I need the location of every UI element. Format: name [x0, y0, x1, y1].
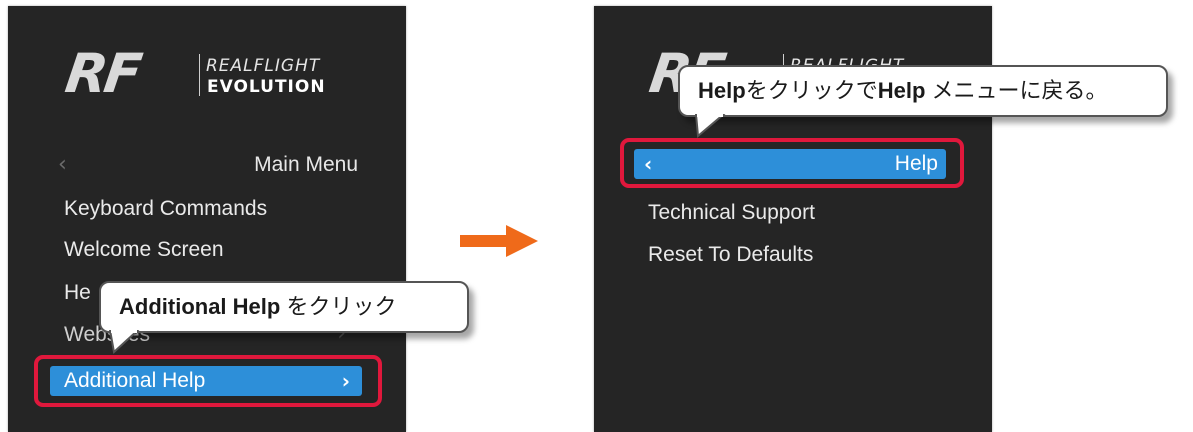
arrow-right-icon [460, 225, 538, 257]
menu-item-help[interactable]: He [64, 278, 91, 308]
callout-tail [694, 114, 726, 138]
menu-header[interactable]: ‹ Main Menu [50, 149, 364, 181]
chevron-left-icon[interactable]: ‹ [58, 149, 67, 181]
menu-header-label: Main Menu [254, 153, 358, 176]
logo-divider [199, 54, 200, 96]
callout-text: をクリック [280, 294, 397, 319]
menu-item-technical-support[interactable]: Technical Support [648, 198, 815, 228]
menu-item-keyboard-commands[interactable]: Keyboard Commands [64, 194, 267, 224]
logo-mark: RF [61, 42, 143, 105]
callout-left: Additional Help をクリック [99, 281, 469, 333]
callout-bold-2: Help [877, 78, 926, 103]
callout-text-2: メニューに戻る。 [925, 78, 1108, 103]
callout-right: HelpをクリックでHelp メニューに戻る。 [678, 65, 1168, 117]
highlight-box [34, 355, 382, 407]
menu-item-welcome-screen[interactable]: Welcome Screen [64, 235, 224, 265]
callout-text-1: をクリックで [745, 78, 878, 103]
highlight-box [620, 138, 964, 188]
callout-tail [108, 330, 140, 354]
logo-line2: EVOLUTION [207, 77, 326, 97]
menu-item-reset-to-defaults[interactable]: Reset To Defaults [648, 240, 813, 270]
left-menu-panel: RF REALFLIGHT EVOLUTION ‹ Main Menu Keyb… [8, 6, 406, 432]
logo-line1: REALFLIGHT [206, 56, 321, 76]
callout-bold-1: Help [698, 78, 746, 103]
callout-bold: Additional Help [119, 294, 281, 319]
